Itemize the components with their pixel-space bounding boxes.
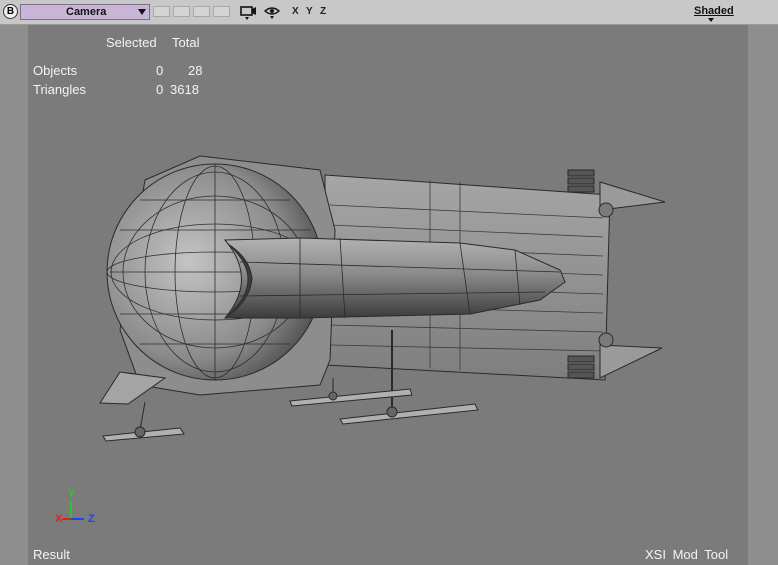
scene-model[interactable] — [0, 0, 778, 565]
stats-header-selected: Selected — [106, 35, 157, 50]
stats-row-total: 28 — [188, 63, 203, 78]
tool-mode-label: XSI Mod Tool — [645, 547, 729, 562]
gizmo-y-label: Y — [68, 488, 76, 500]
gizmo-x-label: X — [55, 513, 63, 525]
stats-row-label: Objects — [33, 63, 78, 78]
stats-header-total: Total — [172, 35, 200, 50]
stats-row-selected: 0 — [156, 82, 164, 97]
axis-gizmo — [62, 501, 84, 520]
hull — [99, 155, 666, 442]
stats-row-selected: 0 — [156, 63, 164, 78]
gizmo-z-label: Z — [88, 513, 95, 525]
result-label: Result — [33, 547, 70, 562]
stats-row-total: 3618 — [170, 82, 199, 97]
stats-row-label: Triangles — [33, 82, 86, 97]
